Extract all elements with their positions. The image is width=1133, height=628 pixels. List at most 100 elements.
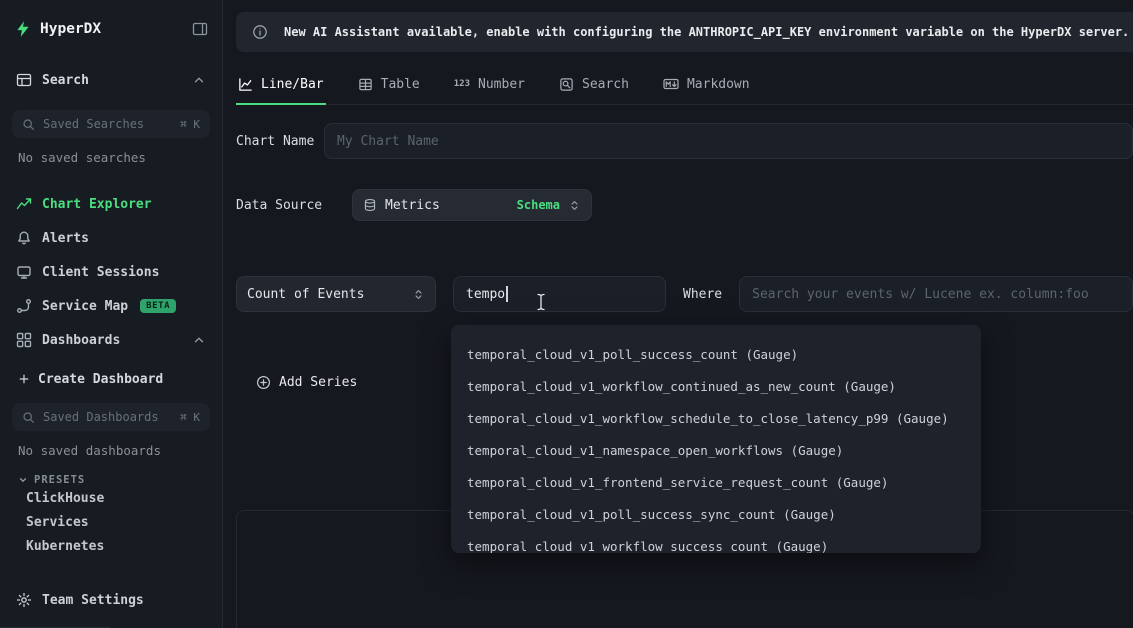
metric-option[interactable]: temporal_cloud_v1_frontend_service_reque…	[451, 467, 981, 499]
metric-search-input[interactable]: tempo	[453, 276, 666, 312]
metric-option[interactable]: temporal_cloud_v1_workflow_schedule_to_c…	[451, 403, 981, 435]
service-map-icon	[16, 298, 32, 314]
nav-label: Dashboards	[42, 333, 182, 348]
tab-table[interactable]: Table	[356, 66, 422, 104]
search-section-label: Search	[42, 73, 182, 88]
sidebar-nav: Chart Explorer Alerts Client Sessions Se…	[12, 187, 210, 357]
team-settings-label: Team Settings	[42, 593, 144, 608]
chevron-down-icon	[18, 475, 28, 485]
tab-label: Table	[381, 77, 420, 92]
saved-searches-shortcut: ⌘ K	[180, 118, 200, 131]
sidebar-item-chart-explorer[interactable]: Chart Explorer	[12, 187, 210, 221]
text-caret	[506, 286, 508, 302]
saved-dashboards-empty: No saved dashboards	[18, 443, 210, 458]
nav-label: Alerts	[42, 231, 89, 246]
chart-name-row: Chart Name	[236, 123, 1133, 159]
app-root: HyperDX Search ⌘ K No saved searches	[0, 0, 1133, 628]
search-doc-icon	[559, 77, 574, 92]
search-icon	[22, 411, 35, 424]
aggregation-select[interactable]: Count of Events	[236, 276, 436, 312]
bell-icon	[16, 230, 32, 246]
select-chevrons-icon	[568, 199, 581, 212]
tab-label: Search	[582, 77, 629, 92]
sidebar-item-alerts[interactable]: Alerts	[12, 221, 210, 255]
tab-label: Markdown	[687, 77, 750, 92]
presets-label: PRESETS	[34, 474, 85, 486]
sidebar-item-service-map[interactable]: Service Map BETA	[12, 289, 210, 323]
schema-link[interactable]: Schema	[517, 198, 560, 212]
series-row: Count of Events tempo Where	[236, 276, 1133, 312]
data-source-row: Data Source Metrics Schema	[236, 189, 1133, 221]
preset-label: ClickHouse	[26, 491, 104, 506]
where-label: Where	[683, 287, 722, 302]
dashboards-grid-icon	[16, 332, 32, 348]
select-chevrons-icon	[412, 288, 425, 301]
nav-label: Chart Explorer	[42, 197, 152, 212]
banner-text: New AI Assistant available, enable with …	[284, 25, 1129, 39]
app-title: HyperDX	[40, 21, 184, 37]
saved-searches-empty: No saved searches	[18, 150, 210, 165]
saved-searches-search[interactable]: ⌘ K	[12, 110, 210, 138]
gear-icon	[16, 592, 32, 608]
nav-label: Service Map	[42, 299, 128, 314]
metric-suggestions-dropdown: temporal_cloud_v1_poll_success_count (Ga…	[451, 325, 981, 553]
where-input[interactable]	[739, 276, 1133, 312]
number-123-icon: 123	[454, 79, 470, 89]
chart-explorer-icon	[16, 196, 32, 212]
tab-markdown[interactable]: Markdown	[661, 66, 752, 104]
tab-line-bar[interactable]: Line/Bar	[236, 66, 326, 104]
nav-label: Client Sessions	[42, 265, 159, 280]
chevron-up-icon[interactable]	[192, 73, 206, 87]
preset-item-kubernetes[interactable]: Kubernetes	[12, 534, 210, 558]
sidebar: HyperDX Search ⌘ K No saved searches	[0, 0, 223, 628]
search-icon	[22, 118, 35, 131]
main-content: New AI Assistant available, enable with …	[223, 0, 1133, 628]
markdown-icon	[663, 76, 679, 92]
tab-label: Number	[478, 77, 525, 92]
data-source-value: Metrics	[385, 198, 509, 213]
collapse-sidebar-icon[interactable]	[192, 21, 208, 37]
saved-dashboards-input[interactable]	[43, 410, 172, 424]
chevron-up-icon[interactable]	[192, 333, 206, 347]
sidebar-item-dashboards[interactable]: Dashboards	[12, 323, 210, 357]
preset-item-services[interactable]: Services	[12, 510, 210, 534]
presets-toggle[interactable]: PRESETS	[18, 474, 210, 486]
add-series-button[interactable]: Add Series	[256, 375, 357, 390]
create-dashboard-label: Create Dashboard	[38, 372, 163, 387]
preset-label: Services	[26, 515, 89, 530]
data-source-select[interactable]: Metrics Schema	[352, 189, 592, 221]
tab-search[interactable]: Search	[557, 66, 631, 104]
sidebar-item-client-sessions[interactable]: Client Sessions	[12, 255, 210, 289]
chart-name-input[interactable]	[324, 123, 1133, 159]
chart-type-tabs: Line/Bar Table 123 Number Search	[236, 66, 1133, 105]
search-section-icon	[16, 72, 32, 88]
metric-option[interactable]: temporal_cloud_v1_workflow_continued_as_…	[451, 371, 981, 403]
sidebar-item-team-settings[interactable]: Team Settings	[12, 584, 210, 616]
saved-searches-input[interactable]	[43, 117, 172, 131]
metric-option[interactable]: temporal_cloud_v1_poll_success_count (Ga…	[451, 339, 981, 371]
aggregation-value: Count of Events	[247, 287, 404, 302]
tab-number[interactable]: 123 Number	[452, 66, 527, 104]
tab-label: Line/Bar	[261, 77, 324, 92]
line-chart-icon	[238, 77, 253, 92]
ai-assistant-banner: New AI Assistant available, enable with …	[236, 12, 1133, 52]
saved-dashboards-search[interactable]: ⌘ K	[12, 403, 210, 431]
database-icon	[363, 198, 377, 212]
metric-input-value: tempo	[466, 287, 505, 302]
metric-option[interactable]: temporal_cloud_v1_poll_success_sync_coun…	[451, 499, 981, 531]
metric-option[interactable]: temporal_cloud_v1_workflow_success_count…	[451, 531, 981, 553]
monitor-icon	[16, 264, 32, 280]
saved-dashboards-shortcut: ⌘ K	[180, 411, 200, 424]
table-icon	[358, 77, 373, 92]
preset-item-clickhouse[interactable]: ClickHouse	[12, 486, 210, 510]
beta-badge: BETA	[140, 299, 176, 313]
info-icon	[252, 24, 268, 40]
metric-option[interactable]: temporal_cloud_v1_namespace_open_workflo…	[451, 435, 981, 467]
sidebar-item-search[interactable]: Search	[12, 72, 210, 88]
logo-row: HyperDX	[14, 20, 208, 38]
create-dashboard-button[interactable]: Create Dashboard	[12, 365, 210, 393]
plus-circle-icon	[256, 375, 271, 390]
data-source-label: Data Source	[236, 198, 324, 213]
hyperdx-logo-icon	[14, 20, 32, 38]
plus-icon	[18, 373, 30, 385]
